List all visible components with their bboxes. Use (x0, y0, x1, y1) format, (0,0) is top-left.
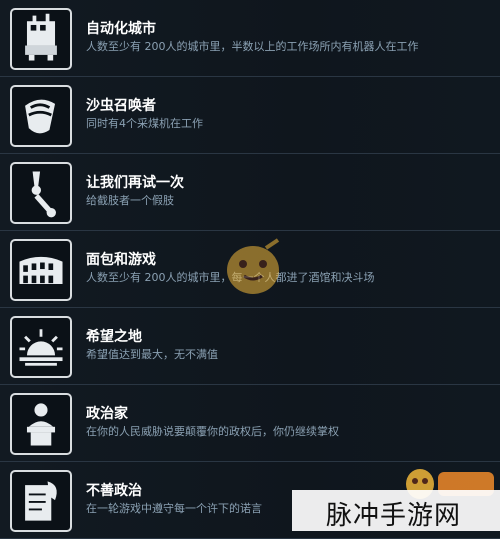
colosseum-icon (10, 239, 72, 301)
achievement-desc: 希望值达到最大，无不满值 (86, 348, 218, 361)
achievement-title: 沙虫召唤者 (86, 98, 156, 114)
achievement-row-politician[interactable]: 政治家 在你的人民威胁说要颠覆你的政权后，你仍继续掌权 (0, 385, 500, 462)
achievement-title: 让我们再试一次 (86, 175, 184, 191)
achievement-title: 希望之地 (86, 329, 142, 345)
achievement-title: 政治家 (86, 406, 128, 422)
achievement-row-automated-city[interactable]: 自动化城市 人数至少有 200人的城市里，半数以上的工作场所内有机器人在工作 (0, 0, 500, 77)
sunrise-icon (10, 316, 72, 378)
watermark-site-name: 脉冲手游网 (326, 501, 462, 531)
achievement-title: 不善政治 (86, 483, 142, 499)
achievement-desc: 在一轮游戏中遵守每一个许下的诺言 (86, 502, 262, 515)
achievement-title: 面包和游戏 (86, 252, 156, 268)
politician-podium-icon (10, 393, 72, 455)
robot-worker-icon (10, 8, 72, 70)
prosthetic-arm-icon (10, 162, 72, 224)
achievement-row-try-again[interactable]: 让我们再试一次 给截肢者一个假肢 (0, 154, 500, 231)
scroll-quill-icon (10, 470, 72, 532)
watermark-mascot-logo (218, 232, 288, 302)
sandworm-icon (10, 85, 72, 147)
achievement-desc: 给截肢者一个假肢 (86, 194, 174, 207)
achievement-title: 自动化城市 (86, 21, 156, 37)
achievement-desc: 人数至少有 200人的城市里，半数以上的工作场所内有机器人在工作 (86, 40, 419, 53)
achievement-desc: 同时有4个采煤机在工作 (86, 117, 203, 130)
achievement-row-sandworm[interactable]: 沙虫召唤者 同时有4个采煤机在工作 (0, 77, 500, 154)
achievement-row-land-of-hope[interactable]: 希望之地 希望值达到最大，无不满值 (0, 308, 500, 385)
achievement-desc: 在你的人民威胁说要颠覆你的政权后，你仍继续掌权 (86, 425, 339, 438)
